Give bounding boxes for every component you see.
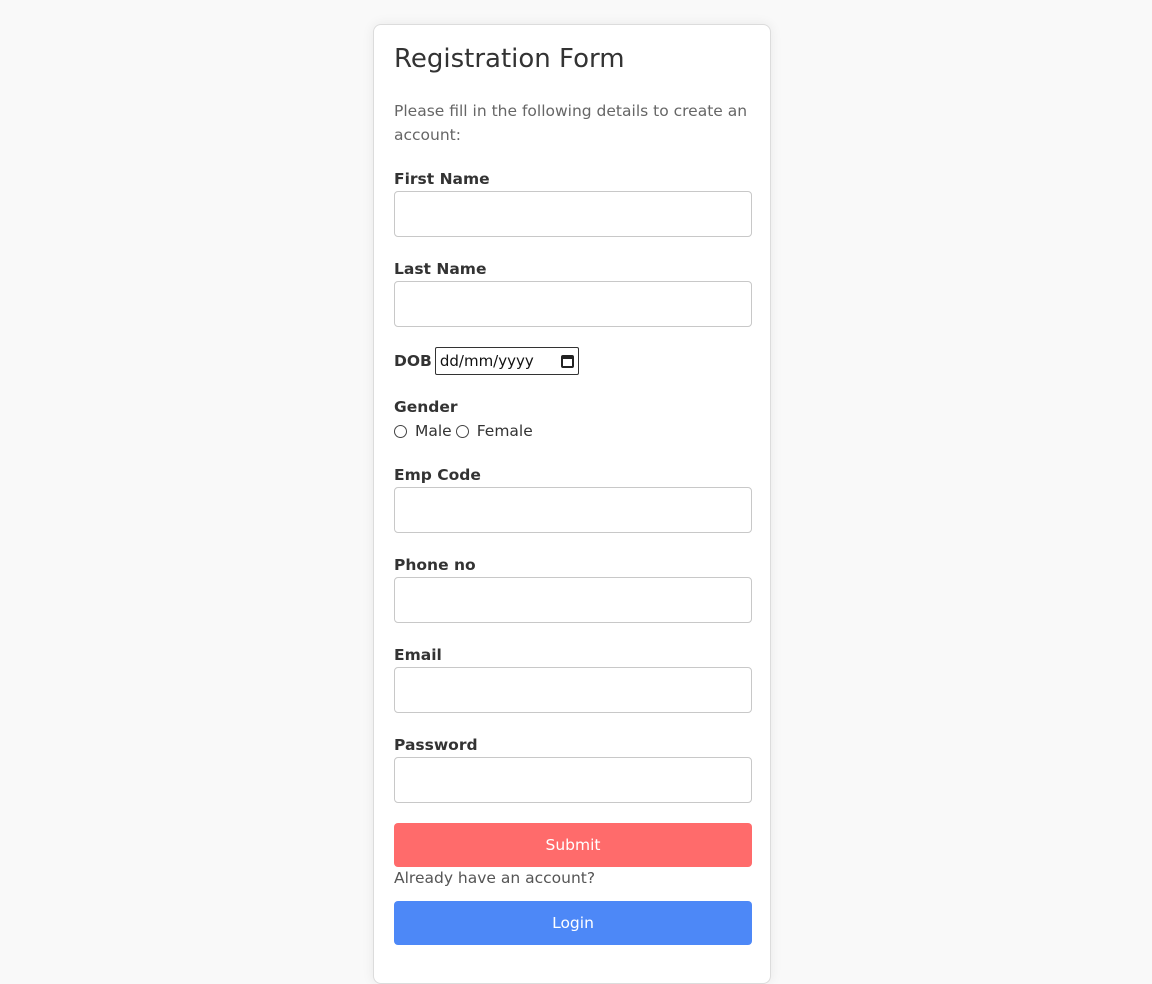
password-label: Password xyxy=(394,736,478,754)
last-name-label: Last Name xyxy=(394,260,487,278)
first-name-label: First Name xyxy=(394,170,490,188)
email-input[interactable] xyxy=(394,667,752,713)
form-subtitle: Please fill in the following details to … xyxy=(394,102,748,144)
gender-male-label[interactable]: Male xyxy=(415,422,452,440)
gender-options: Male Female xyxy=(394,421,537,441)
calendar-icon[interactable] xyxy=(560,354,574,368)
emp-code-label: Emp Code xyxy=(394,466,481,484)
dob-placeholder: dd/mm/yyyy xyxy=(439,352,534,370)
already-account-text: Already have an account? xyxy=(394,869,596,887)
registration-card: Registration Form Please fill in the fol… xyxy=(373,24,771,984)
submit-button[interactable]: Submit xyxy=(394,823,752,867)
gender-female-radio[interactable] xyxy=(455,424,469,438)
dob-row: DOB dd/mm/yyyy xyxy=(394,347,579,375)
dob-label: DOB xyxy=(394,352,432,370)
dob-date-input[interactable]: dd/mm/yyyy xyxy=(434,347,579,375)
phone-label: Phone no xyxy=(394,556,476,574)
login-button[interactable]: Login xyxy=(394,901,752,945)
gender-female-label[interactable]: Female xyxy=(477,422,533,440)
last-name-input[interactable] xyxy=(394,281,752,327)
password-input[interactable] xyxy=(394,757,752,803)
gender-label: Gender xyxy=(394,398,458,416)
emp-code-input[interactable] xyxy=(394,487,752,533)
first-name-input[interactable] xyxy=(394,191,752,237)
form-title: Registration Form xyxy=(394,44,625,74)
email-label: Email xyxy=(394,646,442,664)
phone-input[interactable] xyxy=(394,577,752,623)
gender-male-radio[interactable] xyxy=(394,424,407,438)
